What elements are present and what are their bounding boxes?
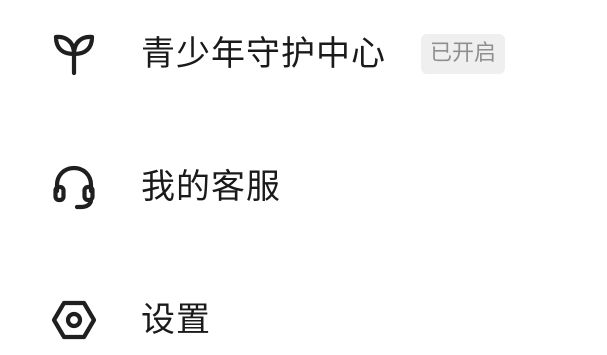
youth-protection-center-label: 青少年守护中心: [141, 34, 386, 74]
settings-item[interactable]: 设置: [0, 285, 607, 355]
customer-service-item[interactable]: 我的客服: [0, 152, 607, 222]
settings-label: 设置: [141, 300, 211, 340]
sprout-icon: [50, 30, 98, 78]
customer-service-label: 我的客服: [141, 167, 281, 207]
settings-hexagon-icon: [50, 296, 98, 344]
headset-icon: [50, 163, 98, 211]
settings-menu-list: 青少年守护中心 已开启 我的客服 设置: [0, 0, 607, 340]
status-badge: 已开启: [421, 34, 506, 74]
youth-protection-center-item[interactable]: 青少年守护中心 已开启: [0, 19, 607, 89]
